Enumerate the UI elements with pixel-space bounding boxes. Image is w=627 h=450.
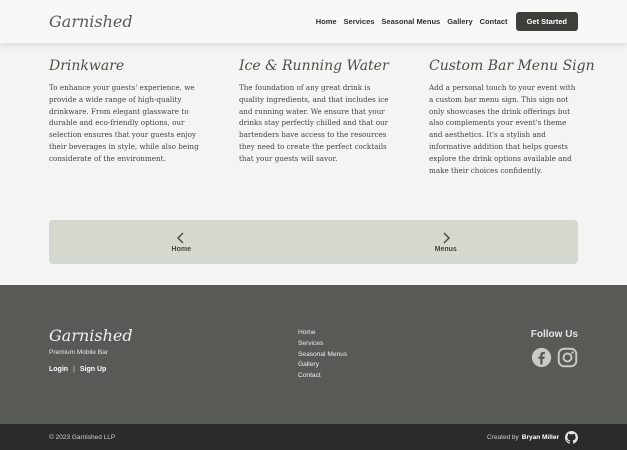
footer-tagline: Premium Mobile Bar	[49, 349, 108, 356]
footer-link-services[interactable]: Services	[298, 339, 347, 350]
service-title: Ice & Running Water	[239, 58, 389, 74]
footer-link-home[interactable]: Home	[298, 328, 347, 339]
signup-link[interactable]: Sign Up	[80, 366, 106, 373]
auth-separator: |	[73, 366, 75, 373]
next-page-label: Menus	[434, 245, 457, 253]
github-icon[interactable]	[565, 430, 578, 444]
prev-page-label: Home	[171, 245, 191, 253]
chevron-left-icon	[177, 232, 184, 243]
nav-link-gallery[interactable]: Gallery	[447, 17, 472, 26]
creator-name[interactable]: Bryan Miller	[522, 434, 559, 441]
follow-us-heading: Follow Us	[530, 329, 578, 340]
page-navigation: Home Menus	[49, 220, 578, 264]
footer-link-seasonal-menus[interactable]: Seasonal Menus	[298, 350, 347, 361]
nav-links: Home Services Seasonal Menus Gallery Con…	[309, 12, 578, 31]
service-title: Drinkware	[49, 58, 125, 74]
services-section: Drinkware To enhance your guests' experi…	[49, 58, 595, 176]
copyright-text: © 2023 Garnished LLP	[49, 433, 116, 441]
footer-links: Home Services Seasonal Menus Gallery Con…	[298, 328, 347, 382]
instagram-icon[interactable]	[557, 347, 578, 368]
nav-link-home[interactable]: Home	[316, 17, 337, 26]
credit-prefix: Created by	[486, 433, 519, 441]
nav-link-contact[interactable]: Contact	[480, 17, 508, 26]
service-card-bar-menu-sign: Custom Bar Menu Sign Add a personal touc…	[429, 58, 595, 176]
top-navbar: Garnished Home Services Seasonal Menus G…	[0, 0, 627, 43]
service-description: Add a personal touch to your event with …	[429, 83, 576, 175]
service-card-drinkware: Drinkware To enhance your guests' experi…	[49, 58, 199, 176]
brand-logo[interactable]: Garnished	[49, 12, 133, 31]
social-links	[531, 347, 578, 368]
login-link[interactable]: Login	[49, 366, 68, 373]
bottom-bar: © 2023 Garnished LLP Created by Bryan Mi…	[0, 424, 627, 450]
footer: Garnished Premium Mobile Bar Login | Sig…	[0, 285, 627, 424]
service-card-ice-water: Ice & Running Water The foundation of an…	[239, 58, 389, 176]
footer-brand: Garnished	[49, 326, 133, 345]
nav-link-services[interactable]: Services	[344, 17, 375, 26]
next-page-link[interactable]: Menus	[416, 232, 476, 253]
service-description: The foundation of any great drink is qua…	[239, 83, 389, 163]
prev-page-link[interactable]: Home	[151, 232, 211, 253]
service-description: To enhance your guests' experience, we p…	[49, 83, 199, 163]
service-title: Custom Bar Menu Sign	[429, 58, 595, 74]
chevron-right-icon	[443, 232, 450, 243]
creator-credit: Created by Bryan Miller	[486, 430, 578, 444]
auth-links: Login | Sign Up	[49, 366, 106, 373]
get-started-button[interactable]: Get Started	[515, 12, 578, 31]
nav-link-seasonal-menus[interactable]: Seasonal Menus	[381, 17, 440, 26]
facebook-icon[interactable]	[531, 347, 552, 368]
footer-link-contact[interactable]: Contact	[298, 371, 347, 382]
footer-link-gallery[interactable]: Gallery	[298, 360, 347, 371]
